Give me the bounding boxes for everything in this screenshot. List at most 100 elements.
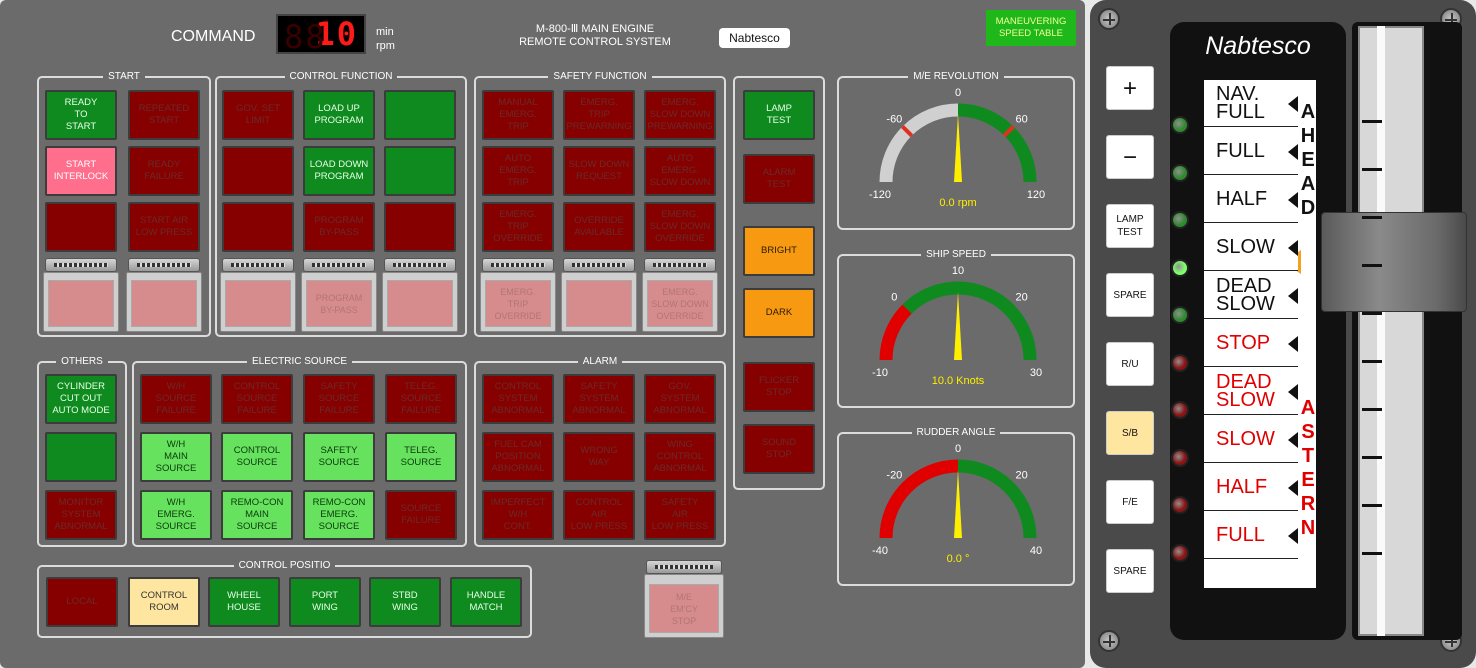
imperfect-wh-cont-lamp[interactable]: IMPERFECT W/H CONT. <box>482 490 554 540</box>
lamp-test-button[interactable]: LAMP TEST <box>743 90 815 140</box>
bright-button[interactable]: BRIGHT <box>743 226 815 276</box>
program-bypass-lamp[interactable]: PROGRAM BY-PASS <box>303 202 375 252</box>
control-source-failure-lamp[interactable]: CONTROL SOURCE FAILURE <box>221 374 293 424</box>
wh-emerg-source-lamp[interactable]: W/H EMERG. SOURCE <box>140 490 212 540</box>
order-astern-slow[interactable]: SLOW <box>1204 416 1298 463</box>
sound-stop-button[interactable]: SOUND STOP <box>743 424 815 474</box>
flicker-stop-button[interactable]: FLICKER STOP <box>743 362 815 412</box>
gov-set-limit-lamp[interactable]: GOV. SET LIMIT <box>222 90 294 140</box>
unit-rpm: rpm <box>376 40 395 52</box>
system-title-1: M-800-Ⅲ MAIN ENGINE <box>535 23 655 35</box>
telegraph-lever-handle[interactable] <box>1321 212 1467 312</box>
fuel-cam-position-lamp[interactable]: FUEL CAM POSITION ABNORMAL <box>482 432 554 482</box>
emerg-trip-override-guarded-switch[interactable]: EMERG. TRIP OVERRIDE <box>480 258 556 332</box>
order-ahead-dead-slow[interactable]: DEAD SLOW <box>1204 272 1298 319</box>
gauge-tick-label: 120 <box>1027 189 1045 201</box>
gauge-tick-label: -10 <box>872 367 888 379</box>
wing-control-abnormal-lamp[interactable]: WING CONTROL ABNORMAL <box>644 432 716 482</box>
blank-lamp[interactable] <box>45 432 117 482</box>
spare-button[interactable]: SPARE <box>1106 549 1154 593</box>
local-button[interactable]: LOCAL <box>46 577 118 627</box>
wh-main-source-lamp[interactable]: W/H MAIN SOURCE <box>140 432 212 482</box>
emerg-slowdown-override-lamp[interactable]: EMERG. SLOW DOWN OVERRIDE <box>644 202 716 252</box>
control-system-abnormal-lamp[interactable]: CONTROL SYSTEM ABNORMAL <box>482 374 554 424</box>
safety-source-failure-lamp[interactable]: SAFETY SOURCE FAILURE <box>303 374 375 424</box>
wrong-way-lamp[interactable]: WRONG WAY <box>563 432 635 482</box>
gov-system-abnormal-lamp[interactable]: GOV. SYSTEM ABNORMAL <box>644 374 716 424</box>
indicator-led <box>1171 116 1189 134</box>
blank-lamp[interactable] <box>45 202 117 252</box>
ready-failure-lamp[interactable]: READY FAILURE <box>128 146 200 196</box>
lever-scale-tick <box>1362 360 1382 363</box>
order-stop[interactable]: STOP <box>1204 320 1298 367</box>
blank-lamp[interactable] <box>222 146 294 196</box>
guarded-switch[interactable] <box>561 258 637 332</box>
order-astern-half[interactable]: HALF <box>1204 464 1298 511</box>
gauge-tick-label: -40 <box>872 545 888 557</box>
blank-lamp[interactable] <box>384 146 456 196</box>
blank-lamp[interactable] <box>384 202 456 252</box>
wheel-house-button[interactable]: WHEEL HOUSE <box>208 577 280 627</box>
ready-to-start-lamp[interactable]: READY TO START <box>45 90 117 140</box>
auto-emerg-trip-lamp[interactable]: AUTO EMERG. TRIP <box>482 146 554 196</box>
order-ahead-full[interactable]: FULL <box>1204 128 1298 175</box>
repeated-start-lamp[interactable]: REPEATED START <box>128 90 200 140</box>
port-wing-button[interactable]: PORT WING <box>289 577 361 627</box>
order-astern-dead-slow[interactable]: DEAD SLOW <box>1204 368 1298 415</box>
emerg-slowdown-override-guarded-switch[interactable]: EMERG. SLOW DOWN OVERRIDE <box>642 258 718 332</box>
emerg-slowdown-prewarning-lamp[interactable]: EMERG. SLOW DOWN PREWARNING <box>644 90 716 140</box>
spare-button[interactable]: SPARE <box>1106 273 1154 317</box>
override-available-lamp[interactable]: OVERRIDE AVAILABLE <box>563 202 635 252</box>
safety-air-low-press-lamp[interactable]: SAFETY AIR LOW PRESS <box>644 490 716 540</box>
program-bypass-guarded-switch[interactable]: PROGRAM BY-PASS <box>301 258 377 332</box>
remocon-emerg-source-lamp[interactable]: REMO-CON EMERG. SOURCE <box>303 490 375 540</box>
auto-emerg-slowdown-lamp[interactable]: AUTO EMERG. SLOW DOWN <box>644 146 716 196</box>
blank-lamp[interactable] <box>384 90 456 140</box>
start-air-low-press-lamp[interactable]: START AIR LOW PRESS <box>128 202 200 252</box>
guarded-switch[interactable] <box>220 258 296 332</box>
safety-source-lamp[interactable]: SAFETY SOURCE <box>303 432 375 482</box>
guarded-switch[interactable] <box>382 258 458 332</box>
control-source-lamp[interactable]: CONTROL SOURCE <box>221 432 293 482</box>
decrease-button[interactable]: − <box>1106 135 1154 179</box>
gauge-tick-label: 10 <box>952 265 964 277</box>
dark-button[interactable]: DARK <box>743 288 815 338</box>
ru-button[interactable]: R/U <box>1106 342 1154 386</box>
guarded-switch[interactable] <box>43 258 119 332</box>
emerg-trip-override-lamp[interactable]: EMERG. TRIP OVERRIDE <box>482 202 554 252</box>
wh-source-failure-lamp[interactable]: W/H SOURCE FAILURE <box>140 374 212 424</box>
order-ahead-half[interactable]: HALF <box>1204 176 1298 223</box>
maneuvering-speed-table-button[interactable]: MANEUVERING SPEED TABLE <box>986 10 1076 46</box>
alarm-group-title: ALARM <box>577 356 623 367</box>
order-ahead-nav-full[interactable]: NAV. FULL <box>1204 80 1298 127</box>
sb-button[interactable]: S/B <box>1106 411 1154 455</box>
slow-down-request-lamp[interactable]: SLOW DOWN REQUEST <box>563 146 635 196</box>
blank-lamp[interactable] <box>222 202 294 252</box>
remocon-main-source-lamp[interactable]: REMO-CON MAIN SOURCE <box>221 490 293 540</box>
alarm-test-button[interactable]: ALARM TEST <box>743 154 815 204</box>
increase-button[interactable]: + <box>1106 66 1154 110</box>
safety-system-abnormal-lamp[interactable]: SAFETY SYSTEM ABNORMAL <box>563 374 635 424</box>
source-failure-lamp[interactable]: SOURCE FAILURE <box>385 490 457 540</box>
control-room-button[interactable]: CONTROL ROOM <box>128 577 200 627</box>
me-emergency-stop-switch[interactable]: M/E EM'CY STOP <box>644 560 724 638</box>
start-interlock-lamp[interactable]: START INTERLOCK <box>45 146 117 196</box>
guarded-switch[interactable] <box>126 258 202 332</box>
lamp-test-button[interactable]: LAMP TEST <box>1106 204 1154 248</box>
monitor-system-abnormal-lamp[interactable]: MONITOR SYSTEM ABNORMAL <box>45 490 117 540</box>
lever-scale-tick <box>1362 456 1382 459</box>
order-ahead-slow[interactable]: SLOW <box>1204 224 1298 271</box>
emerg-trip-prewarning-lamp[interactable]: EMERG. TRIP PREWARNING <box>563 90 635 140</box>
control-air-low-press-lamp[interactable]: CONTROL AIR LOW PRESS <box>563 490 635 540</box>
handle-match-button[interactable]: HANDLE MATCH <box>450 577 522 627</box>
cylinder-cutout-lamp[interactable]: CYLINDER CUT OUT AUTO MODE <box>45 374 117 424</box>
manual-emerg-trip-lamp[interactable]: MANUAL EMERG. TRIP <box>482 90 554 140</box>
indicator-led <box>1171 401 1189 419</box>
order-astern-full[interactable]: FULL <box>1204 512 1298 559</box>
teleg-source-failure-lamp[interactable]: TELEG. SOURCE FAILURE <box>385 374 457 424</box>
load-down-program-lamp[interactable]: LOAD DOWN PROGRAM <box>303 146 375 196</box>
fe-button[interactable]: F/E <box>1106 480 1154 524</box>
load-up-program-lamp[interactable]: LOAD UP PROGRAM <box>303 90 375 140</box>
stbd-wing-button[interactable]: STBD WING <box>369 577 441 627</box>
teleg-source-lamp[interactable]: TELEG. SOURCE <box>385 432 457 482</box>
